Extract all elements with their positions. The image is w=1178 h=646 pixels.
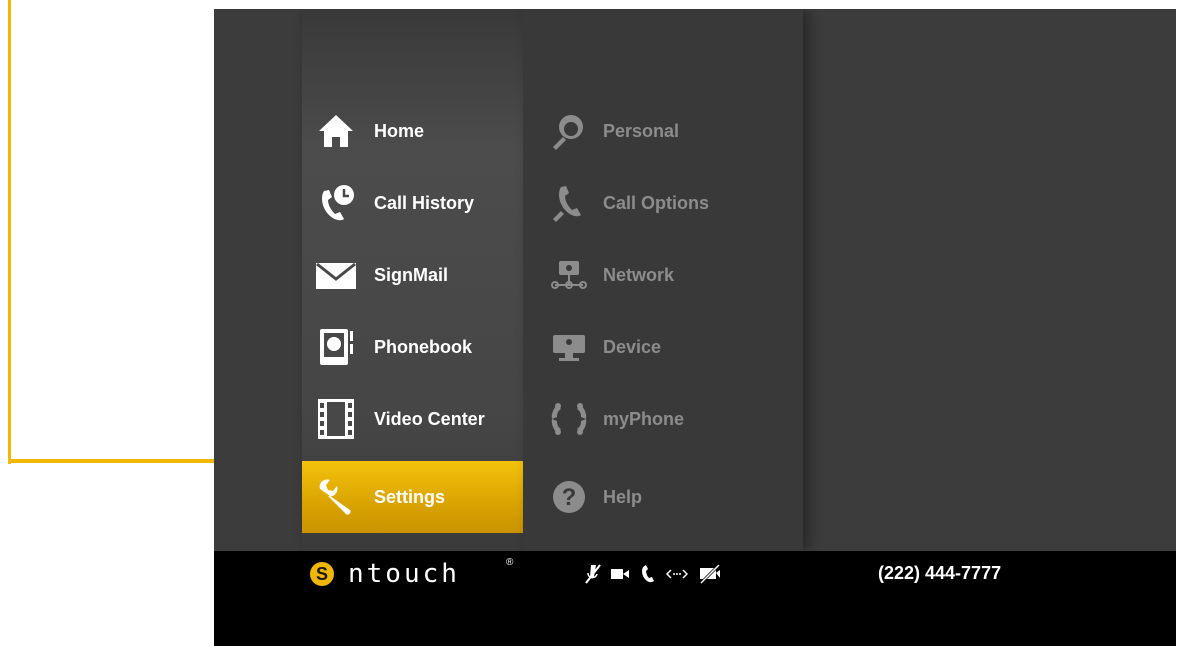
- device-screen: Home Call History SignMail Phonebook Vid…: [214, 9, 1176, 646]
- submenu-item-label: myPhone: [603, 408, 685, 429]
- envelope-icon: [314, 253, 358, 297]
- menu-item-home[interactable]: Home: [302, 95, 523, 167]
- video-camera-icon: [610, 563, 630, 585]
- call-history-icon: [314, 181, 358, 225]
- svg-text:?: ?: [562, 484, 577, 511]
- menu-item-label: Phonebook: [374, 336, 472, 357]
- submenu-item-personal[interactable]: Personal: [523, 95, 803, 167]
- submenu-item-label: Personal: [603, 120, 680, 141]
- submenu-item-label: Network: [603, 264, 675, 285]
- call-options-icon: [547, 181, 591, 225]
- personal-icon: [547, 109, 591, 153]
- menu-item-label: Home: [374, 120, 425, 141]
- submenu-item-network[interactable]: Network: [523, 239, 803, 311]
- submenu-item-label: Help: [603, 486, 643, 507]
- submenu-item-device[interactable]: Device: [523, 311, 803, 383]
- settings-submenu: Personal Call Options Network Device myP…: [523, 9, 803, 551]
- wrench-icon: [314, 475, 358, 519]
- phone-icon: [640, 563, 656, 585]
- mic-muted-icon: [584, 563, 602, 585]
- submenu-item-label: Device: [603, 336, 662, 357]
- video-privacy-icon: [698, 563, 722, 585]
- device-icon: [547, 325, 591, 369]
- menu-item-label: Video Center: [374, 408, 485, 429]
- menu-item-video-center[interactable]: Video Center: [302, 383, 523, 455]
- menu-item-settings[interactable]: Settings: [302, 461, 523, 533]
- help-icon: ?: [547, 475, 591, 519]
- logo-trademark: ®: [506, 557, 514, 568]
- menu-item-label: Call History: [374, 192, 475, 213]
- menu-item-call-history[interactable]: Call History: [302, 167, 523, 239]
- film-icon: [314, 397, 358, 441]
- phonebook-icon: [314, 325, 358, 369]
- menu-item-label: Settings: [374, 486, 446, 507]
- submenu-item-myphone[interactable]: myPhone: [523, 383, 803, 455]
- myphone-icon: [547, 397, 591, 441]
- submenu-item-call-options[interactable]: Call Options: [523, 167, 803, 239]
- callout-line-vertical: [8, 0, 11, 464]
- main-menu: Home Call History SignMail Phonebook Vid…: [302, 9, 523, 551]
- menu-item-phonebook[interactable]: Phonebook: [302, 311, 523, 383]
- submenu-item-help[interactable]: ? Help: [523, 461, 803, 533]
- menu-item-signmail[interactable]: SignMail: [302, 239, 523, 311]
- logo-text: ntouch: [348, 559, 460, 589]
- home-icon: [314, 109, 358, 153]
- network-icon: [547, 253, 591, 297]
- connection-icon: [666, 563, 688, 585]
- status-bar: S ntouch ® (222) 444-7777: [214, 551, 1176, 646]
- phone-number: (222) 444-7777: [878, 563, 1002, 583]
- menu-item-label: SignMail: [374, 264, 449, 285]
- submenu-item-label: Call Options: [603, 192, 710, 213]
- ntouch-logo-icon: S: [310, 562, 334, 586]
